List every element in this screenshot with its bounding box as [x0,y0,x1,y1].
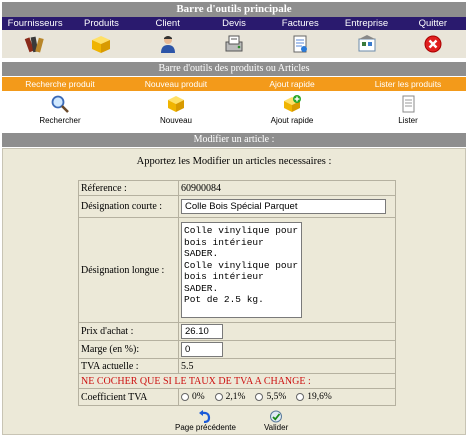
company-icon[interactable] [333,30,399,58]
nav-fournisseurs[interactable]: Fournisseurs [2,17,68,30]
list-tool-label: Lister [398,116,418,125]
product-toolbar-title: Barre d'outils des produits ou Articles [2,62,466,76]
form-actions: Page précédente Valider [175,410,288,432]
reference-label: Réference : [78,180,179,196]
person-icon[interactable] [135,30,201,58]
list-tool-button[interactable]: Lister [350,92,466,130]
form-intro: Apportez les Modifier un articles necess… [136,156,332,167]
main-nav: Fournisseurs Produits Client Devis Factu… [2,17,466,30]
quick-add-icon [284,95,301,112]
nav-nouveau-produit[interactable]: Nouveau produit [118,77,234,91]
undo-arrow-icon [199,410,211,423]
margin-input[interactable] [181,342,223,357]
invoice-icon[interactable] [267,30,333,58]
radio-icon[interactable] [214,393,223,401]
product-tools: Rechercher Nouveau Ajout rapide Lister [2,92,466,130]
validate-icon [270,410,283,423]
long-designation-textarea[interactable]: Colle vinylique pour bois intérieur SADE… [181,222,302,318]
box-icon[interactable] [68,30,134,58]
purchase-price-label: Prix d'achat : [78,322,179,341]
modify-article-panel: Apportez les Modifier un articles necess… [2,148,466,435]
list-icon [402,95,415,113]
vat-option-19-6[interactable]: 19,6% [296,392,332,402]
nav-produits[interactable]: Produits [68,17,134,30]
modify-article-title: Modifier un article : [2,133,466,147]
vat-option-0[interactable]: 0% [181,392,205,402]
current-vat-value: 5.5 [178,358,396,374]
vat-warning: NE COCHER QUE SI LE TAUX DE TVA A CHANGE… [78,373,396,389]
reference-value: 60900084 [178,180,396,196]
short-designation-label: Désignation courte : [78,195,179,218]
nav-devis[interactable]: Devis [201,17,267,30]
current-vat-label: TVA actuelle : [78,358,179,374]
nav-recherche-produit[interactable]: Recherche produit [2,77,118,91]
search-tool-button[interactable]: Rechercher [2,92,118,130]
product-nav: Recherche produit Nouveau produit Ajout … [2,77,466,91]
vat-option-2-1[interactable]: 2,1% [214,392,245,402]
nav-quitter[interactable]: Quitter [400,17,466,30]
books-icon[interactable] [2,30,68,58]
vat-option-5-5[interactable]: 5,5% [255,392,286,402]
radio-icon[interactable] [181,393,189,401]
main-icon-bar [2,30,466,58]
radio-icon[interactable] [255,393,264,401]
quick-add-tool-label: Ajout rapide [270,116,314,125]
vat-coefficient-options: 0% 2,1% 5,5% 19,6% [181,392,393,402]
new-tool-button[interactable]: Nouveau [118,92,234,130]
validate-label: Valider [263,423,289,432]
nav-factures[interactable]: Factures [267,17,333,30]
short-designation-input[interactable] [181,199,386,214]
nav-ajout-rapide[interactable]: Ajout rapide [234,77,350,91]
close-icon[interactable] [400,30,466,58]
margin-label: Marge (en %): [78,340,179,359]
article-form-table: Réference : 60900084 Désignation courte … [78,180,396,406]
purchase-price-input[interactable] [181,324,223,339]
back-label: Page précédente [175,423,236,432]
nav-client[interactable]: Client [135,17,201,30]
search-tool-label: Rechercher [39,116,81,125]
nav-lister-produits[interactable]: Lister les produits [350,77,466,91]
validate-button[interactable]: Valider [264,410,288,432]
radio-icon[interactable] [296,393,305,401]
new-tool-label: Nouveau [159,116,193,125]
quick-add-tool-button[interactable]: Ajout rapide [234,92,350,130]
quote-icon[interactable] [201,30,267,58]
magnifier-icon [51,95,69,113]
long-designation-label: Désignation longue : [78,217,179,323]
nav-entreprise[interactable]: Entreprise [333,17,399,30]
main-toolbar-title: Barre d'outils principale [2,2,466,17]
vat-coefficient-label: Coefficient TVA [78,388,179,406]
back-button[interactable]: Page précédente [175,410,236,432]
new-box-icon [168,96,184,112]
